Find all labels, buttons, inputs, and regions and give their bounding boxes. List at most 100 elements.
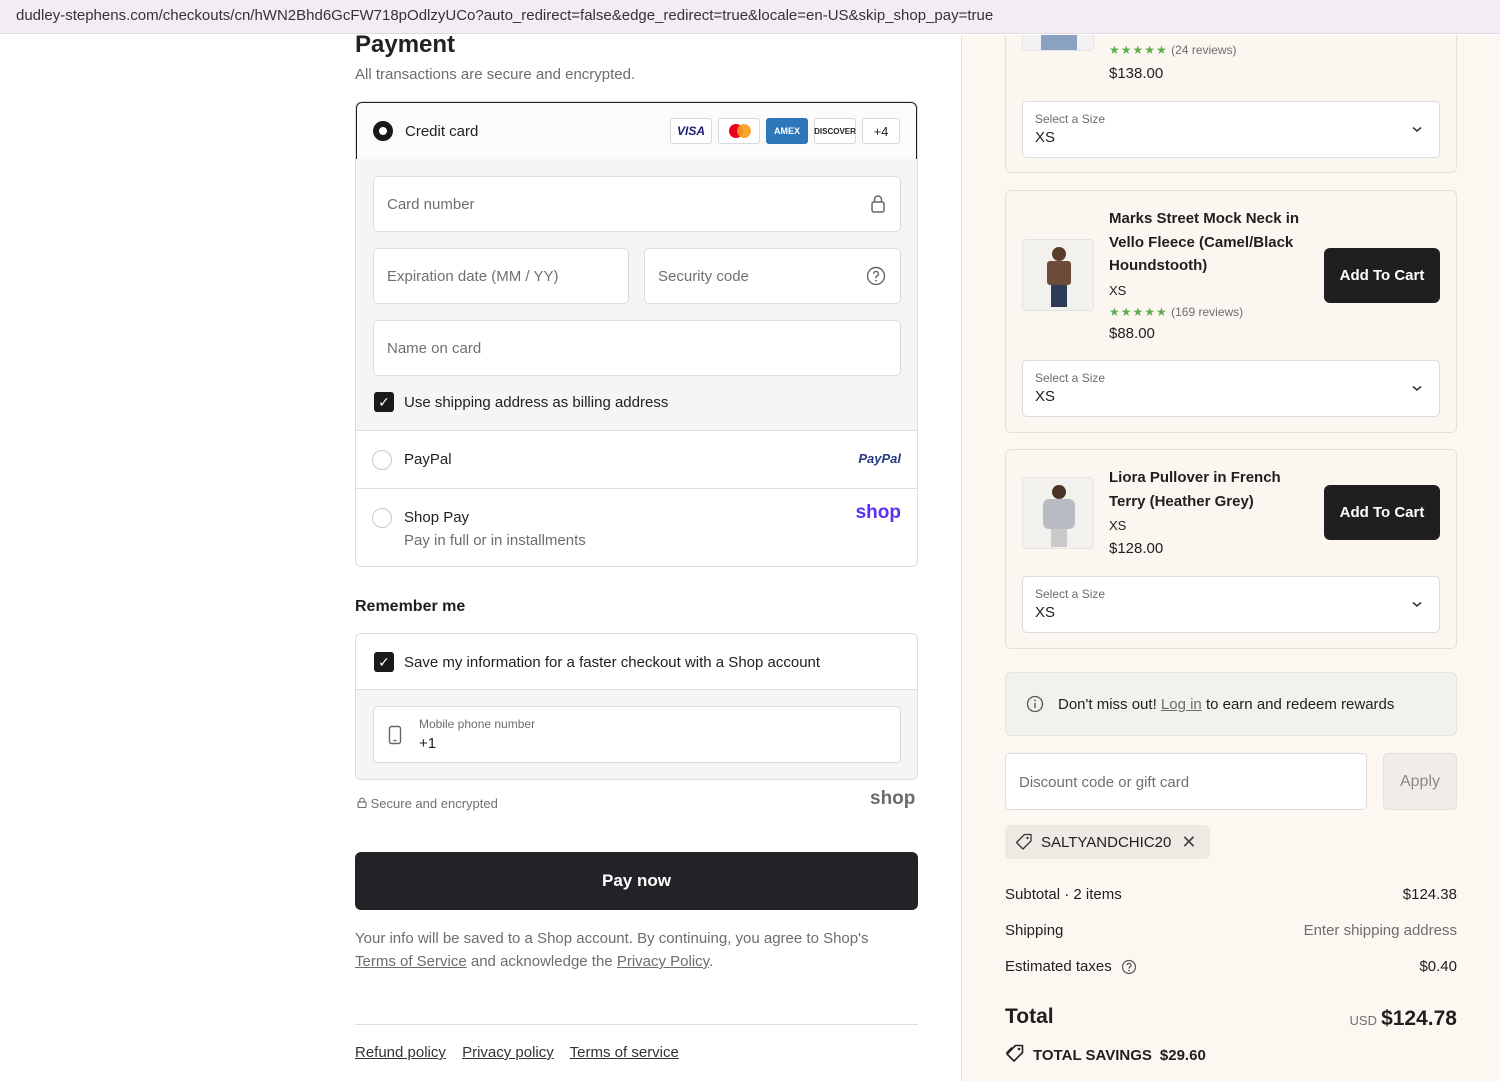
- product-variant: XS: [1109, 283, 1127, 298]
- info-icon: [1026, 695, 1044, 718]
- credit-card-label: Credit card: [405, 123, 479, 140]
- rewards-suffix: to earn and redeem rewards: [1201, 696, 1395, 713]
- subtotal-value: $124.38: [1402, 886, 1457, 903]
- shop-pay-subtitle: Pay in full or in installments: [404, 532, 586, 549]
- savings-value: $29.60: [1159, 1046, 1206, 1064]
- discount-code-input[interactable]: Discount code or gift card: [1005, 753, 1367, 810]
- upsell-card: Liora Pullover in French Terry (Heather …: [1005, 449, 1457, 649]
- size-select-label: Select a Size: [1035, 587, 1106, 601]
- subtotal-row: Subtotal · 2 items $124.38: [1005, 886, 1457, 903]
- upsell-card: ★★★★★ (24 reviews) $138.00 Select a Size…: [1005, 35, 1457, 173]
- product-price: $88.00: [1109, 325, 1155, 342]
- remember-me-heading: Remember me: [355, 598, 466, 615]
- shop-pay-option[interactable]: Shop Pay Pay in full or in installments …: [356, 488, 917, 566]
- payment-title: Payment: [355, 31, 456, 58]
- name-on-card-placeholder: Name on card: [387, 340, 482, 357]
- phone-value[interactable]: +1: [419, 735, 436, 752]
- add-to-cart-button[interactable]: Add To Cart: [1324, 485, 1440, 540]
- url-text[interactable]: dudley-stephens.com/checkouts/cn/hWN2Bhd…: [16, 7, 993, 24]
- small-lock-icon: [357, 796, 367, 811]
- shop-privacy-link[interactable]: Privacy Policy: [617, 953, 709, 970]
- shop-pay-label: Shop Pay: [404, 509, 470, 526]
- product-variant: XS: [1109, 518, 1127, 533]
- secure-note: Secure and encrypted: [357, 796, 498, 811]
- shop-logo: shop: [870, 788, 916, 809]
- product-price: $128.00: [1109, 540, 1164, 557]
- visa-logo: VISA: [670, 118, 712, 144]
- card-number-placeholder: Card number: [387, 196, 475, 213]
- chevron-down-icon: [1411, 122, 1423, 140]
- terms-of-service-link[interactable]: Terms of service: [570, 1044, 679, 1061]
- address-bar[interactable]: dudley-stephens.com/checkouts/cn/hWN2Bhd…: [0, 0, 1500, 34]
- size-select-value: XS: [1035, 388, 1056, 405]
- taxes-label: Estimated taxes: [1005, 958, 1112, 975]
- product-name: Liora Pullover in French Terry (Heather …: [1109, 469, 1281, 510]
- paypal-option[interactable]: PayPal PayPal: [356, 430, 917, 488]
- privacy-policy-link[interactable]: Privacy policy: [462, 1044, 554, 1061]
- shop-terms-link[interactable]: Terms of Service: [355, 953, 467, 970]
- discount-placeholder: Discount code or gift card: [1019, 774, 1190, 791]
- save-info-row[interactable]: ✓ Save my information for a faster check…: [356, 634, 917, 690]
- shop-legal-text: Your info will be saved to a Shop accoun…: [355, 927, 918, 973]
- tag-icon: [1015, 833, 1033, 855]
- size-select[interactable]: Select a Size XS: [1022, 101, 1440, 158]
- rating-stars: ★★★★★: [1109, 305, 1168, 319]
- footer-divider: [355, 1024, 918, 1025]
- payment-subtitle: All transactions are secure and encrypte…: [355, 66, 636, 83]
- chevron-down-icon: [1411, 597, 1423, 615]
- legal-end: .: [709, 953, 714, 970]
- size-select[interactable]: Select a Size XS: [1022, 576, 1440, 633]
- billing-address-checkbox[interactable]: ✓: [374, 392, 394, 412]
- refund-policy-link[interactable]: Refund policy: [355, 1044, 446, 1061]
- apply-discount-button[interactable]: Apply: [1383, 753, 1457, 810]
- payment-column: Payment All transactions are secure and …: [0, 31, 961, 1081]
- rewards-prefix: Don't miss out!: [1058, 696, 1161, 713]
- currency-code: USD: [1349, 1013, 1377, 1028]
- size-select[interactable]: Select a Size XS: [1022, 360, 1440, 417]
- legal-mid: and acknowledge the: [466, 953, 617, 970]
- product-thumbnail: [1022, 35, 1094, 51]
- card-number-field[interactable]: Card number: [373, 176, 901, 232]
- help-circle-icon[interactable]: [866, 266, 886, 291]
- size-select-value: XS: [1035, 604, 1056, 621]
- paypal-radio[interactable]: [372, 450, 392, 470]
- save-info-checkbox[interactable]: ✓: [374, 652, 394, 672]
- name-on-card-field[interactable]: Name on card: [373, 320, 901, 376]
- review-count: (169 reviews): [1171, 305, 1244, 319]
- upsell-card: Marks Street Mock Neck in Vello Fleece (…: [1005, 190, 1457, 433]
- footer-links: Refund policy Privacy policy Terms of se…: [355, 1044, 691, 1061]
- credit-card-radio[interactable]: [373, 121, 393, 141]
- total-label: Total: [1005, 1005, 1054, 1028]
- discover-logo: DISCOVER: [814, 118, 856, 144]
- rewards-text: Don't miss out! Log in to earn and redee…: [1058, 696, 1394, 713]
- credit-card-form: Card number Expiration date (MM / YY) Se…: [356, 159, 917, 430]
- pay-now-button[interactable]: Pay now: [355, 852, 918, 910]
- expiration-placeholder: Expiration date (MM / YY): [387, 268, 559, 285]
- taxes-help-icon[interactable]: [1121, 959, 1137, 979]
- rewards-banner: Don't miss out! Log in to earn and redee…: [1005, 672, 1457, 736]
- security-code-field[interactable]: Security code: [644, 248, 901, 304]
- phone-label: Mobile phone number: [419, 717, 536, 731]
- product-thumbnail: [1022, 477, 1094, 549]
- product-name: Marks Street Mock Neck in Vello Fleece (…: [1109, 210, 1300, 274]
- security-code-placeholder: Security code: [658, 268, 749, 285]
- paypal-label: PayPal: [404, 451, 452, 468]
- secure-text: Secure and encrypted: [370, 796, 498, 811]
- credit-card-option[interactable]: Credit card VISA AMEX DISCOVER +4: [356, 102, 917, 160]
- order-summary-column: ★★★★★ (24 reviews) $138.00 Select a Size…: [961, 35, 1500, 1081]
- shop-pay-logo: shop: [855, 502, 901, 523]
- taxes-row: Estimated taxes $0.40: [1005, 958, 1457, 975]
- product-price: $138.00: [1109, 65, 1164, 82]
- rating-stars: ★★★★★: [1109, 43, 1168, 57]
- total-row: Total USD $124.78: [1005, 1005, 1457, 1030]
- expiration-date-field[interactable]: Expiration date (MM / YY): [373, 248, 629, 304]
- remove-discount-icon[interactable]: ✕: [1181, 832, 1196, 853]
- shipping-row: Shipping Enter shipping address: [1005, 922, 1457, 939]
- save-info-label: Save my information for a faster checkou…: [404, 654, 821, 671]
- add-to-cart-button[interactable]: Add To Cart: [1324, 248, 1440, 303]
- taxes-value: $0.40: [1419, 958, 1457, 975]
- shop-pay-radio[interactable]: [372, 508, 392, 528]
- log-in-link[interactable]: Log in: [1161, 696, 1202, 713]
- mobile-phone-field[interactable]: Mobile phone number +1: [373, 706, 901, 763]
- savings-tag-icon: [1005, 1044, 1025, 1066]
